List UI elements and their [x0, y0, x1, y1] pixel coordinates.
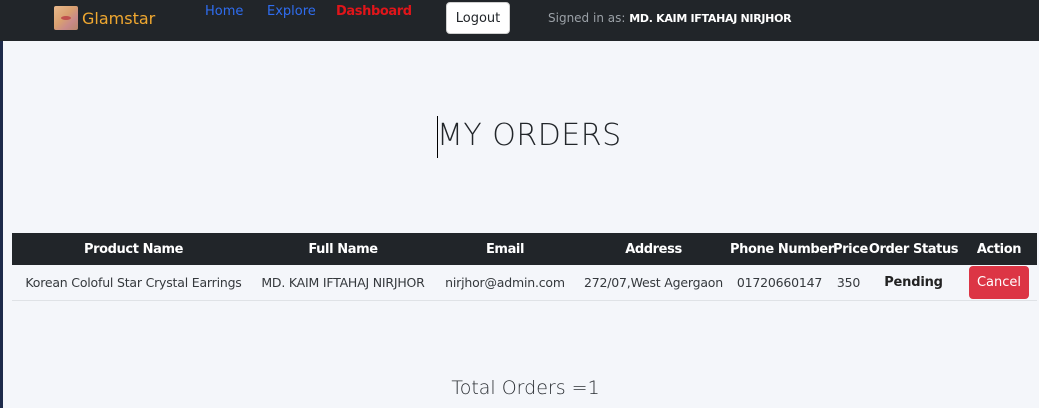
left-edge-border	[0, 41, 3, 408]
total-orders: Total Orders =1	[451, 377, 600, 399]
cell-action: Cancel	[961, 265, 1037, 301]
nav-link-explore[interactable]: Explore	[267, 4, 316, 19]
header-action: Action	[961, 233, 1037, 265]
header-email: Email	[431, 233, 579, 265]
cancel-order-button[interactable]: Cancel	[969, 265, 1029, 299]
table-row: Korean Coloful Star Crystal Earrings MD.…	[12, 265, 1037, 301]
brand-name: Glamstar	[82, 8, 156, 28]
cell-address: 272/07,West Agergaon	[579, 265, 728, 301]
signed-in-status: Signed in as: MD. KAIM IFTAHAJ NIRJHOR	[548, 11, 792, 25]
cell-email: nirjhor@admin.com	[431, 265, 579, 301]
cell-price: 350	[831, 265, 866, 301]
signed-in-prefix: Signed in as:	[548, 11, 626, 25]
header-order-status: Order Status	[866, 233, 961, 265]
header-address: Address	[579, 233, 728, 265]
orders-table: Product Name Full Name Email Address Pho…	[12, 233, 1037, 301]
brand-link[interactable]: Glamstar	[54, 6, 155, 30]
header-price: Price	[831, 233, 868, 265]
cell-phone: 01720660147	[728, 265, 831, 301]
nav-link-home[interactable]: Home	[205, 4, 243, 19]
lips-logo-icon	[54, 6, 78, 30]
page-title: MY ORDERS	[437, 118, 622, 153]
header-full-name: Full Name	[255, 233, 431, 265]
cell-full-name: MD. KAIM IFTAHAJ NIRJHOR	[255, 265, 431, 301]
signed-in-user: MD. KAIM IFTAHAJ NIRJHOR	[629, 12, 792, 25]
cell-order-status: Pending	[866, 265, 961, 301]
navbar: Glamstar Home Explore Dashboard Logout S…	[0, 0, 1039, 41]
header-product-name: Product Name	[12, 233, 255, 265]
nav-link-dashboard[interactable]: Dashboard	[336, 4, 412, 19]
header-phone-number: Phone Number	[728, 233, 834, 265]
table-header-row: Product Name Full Name Email Address Pho…	[12, 233, 1037, 265]
logout-button[interactable]: Logout	[446, 2, 510, 34]
cell-product-name: Korean Coloful Star Crystal Earrings	[12, 265, 255, 301]
